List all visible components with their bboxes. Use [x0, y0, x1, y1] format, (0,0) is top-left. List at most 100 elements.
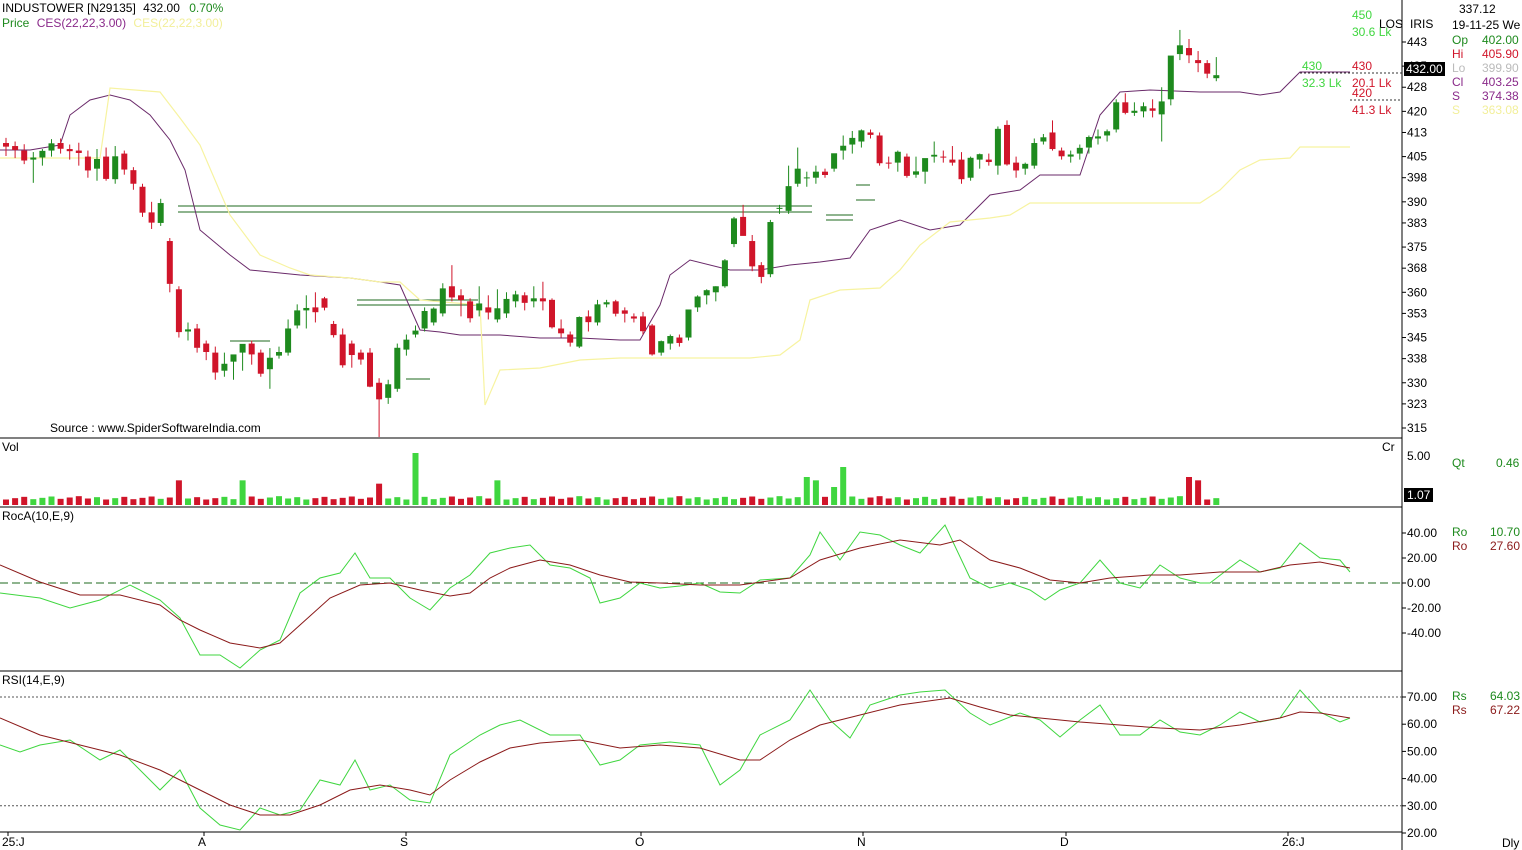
- candle-body: [39, 150, 46, 158]
- high-value: 405.90: [1482, 47, 1519, 61]
- volume-bar: [294, 497, 301, 505]
- candle-body: [1140, 106, 1147, 112]
- price-tick-label: 398: [1407, 171, 1427, 185]
- volume-bar: [612, 498, 619, 505]
- x-tick-label: A: [198, 835, 206, 849]
- volume-bar: [448, 496, 455, 505]
- x-tick-label: 26:J: [1282, 835, 1305, 849]
- candle-body: [421, 310, 428, 329]
- rsi-tick-label: 70.00: [1407, 690, 1437, 704]
- current-date: 19-11-25 We: [1452, 18, 1521, 32]
- volume-bar: [321, 496, 328, 505]
- candle-body: [949, 159, 956, 163]
- volume-bar: [1204, 499, 1211, 505]
- roc-signal-value: 27.60: [1490, 539, 1521, 553]
- volume-bar: [512, 498, 519, 505]
- candle-body: [1167, 55, 1174, 100]
- candle-body: [57, 143, 64, 149]
- annotation-420: 420: [1352, 86, 1373, 100]
- volume-bar: [940, 497, 947, 505]
- volume-bar: [803, 477, 810, 505]
- volume-bar: [731, 499, 737, 505]
- volume-bar: [121, 496, 128, 505]
- roc-tick-label: -40.00: [1407, 626, 1441, 640]
- candle-body: [858, 130, 865, 142]
- volume-bar: [57, 498, 64, 505]
- volume-bar: [430, 499, 437, 505]
- volume-bar: [1131, 499, 1138, 505]
- volume-bar: [658, 498, 665, 505]
- volume-bar: [630, 499, 637, 505]
- candle-body: [1085, 136, 1092, 148]
- volume-bar: [385, 498, 392, 505]
- last-price: 432.00: [143, 1, 180, 15]
- volume-bar: [485, 498, 492, 505]
- candle-body: [276, 352, 282, 356]
- candle-body: [1067, 154, 1074, 157]
- price-label: Price: [2, 16, 30, 30]
- candle-body: [330, 323, 337, 336]
- volume-bar: [794, 497, 801, 505]
- candle-body: [394, 347, 401, 389]
- volume-bar: [849, 496, 856, 505]
- candle-body: [749, 241, 756, 267]
- volume-bar: [1085, 498, 1092, 505]
- volume-bar: [539, 497, 546, 505]
- candle-body: [903, 156, 910, 176]
- open-value: 402.00: [1482, 33, 1519, 47]
- candle-body: [148, 212, 155, 223]
- annotation-430-green: 430: [1302, 59, 1323, 73]
- volume-bar: [1049, 496, 1056, 505]
- candle-body: [467, 301, 474, 319]
- volume-bar: [721, 496, 728, 505]
- close-label: Cl: [1452, 75, 1464, 89]
- volume-bar: [312, 498, 319, 505]
- volume-bar: [521, 496, 528, 505]
- volume-bar: [567, 497, 574, 505]
- volume-bar: [357, 498, 364, 505]
- volume-bar: [758, 498, 765, 505]
- candle-body: [931, 154, 938, 157]
- candle-body: [694, 296, 701, 308]
- annotation-450: 450: [1352, 8, 1373, 22]
- volume-bar: [212, 498, 219, 505]
- candle-body: [1131, 110, 1138, 113]
- volume-bar: [130, 499, 137, 505]
- candle-body: [849, 137, 856, 145]
- volume-bar: [421, 496, 428, 505]
- price-tick-label: 345: [1407, 331, 1427, 345]
- price-tick-label: 390: [1407, 195, 1427, 209]
- candle-body: [503, 298, 510, 314]
- candle-body: [958, 159, 965, 180]
- candle-body: [1013, 162, 1020, 171]
- volume-bar: [640, 497, 646, 505]
- rsi-tick-label: 60.00: [1407, 717, 1437, 731]
- close-value: 403.25: [1482, 75, 1519, 89]
- candle-body: [112, 156, 119, 180]
- volume-bar: [30, 499, 37, 505]
- candle-body: [785, 186, 792, 211]
- roc-signal-label: Ro: [1452, 539, 1468, 553]
- candle-body: [667, 336, 674, 344]
- candle-body: [458, 295, 464, 301]
- annotation-430-green-volume: 32.3 Lk: [1302, 76, 1342, 90]
- volume-bar: [712, 498, 719, 505]
- candle-body: [1122, 102, 1129, 113]
- candle-body: [940, 156, 947, 158]
- candle-body: [367, 352, 373, 387]
- candle-body: [30, 157, 37, 160]
- candle-body: [139, 186, 146, 213]
- candle-body: [876, 135, 883, 164]
- volume-bar: [103, 499, 110, 505]
- candle-body: [712, 286, 719, 293]
- x-tick-label: 25:J: [2, 835, 25, 849]
- candle-body: [612, 301, 619, 314]
- x-tick-label: D: [1060, 835, 1069, 849]
- period-label: Dly: [1502, 836, 1520, 850]
- s-label: S: [1452, 89, 1461, 103]
- volume-bar: [467, 497, 474, 505]
- iris-label: IRIS: [1410, 17, 1434, 31]
- volume-bar: [549, 496, 555, 505]
- vol-pane-unit: Cr: [1382, 440, 1395, 454]
- candle-body: [994, 128, 1001, 166]
